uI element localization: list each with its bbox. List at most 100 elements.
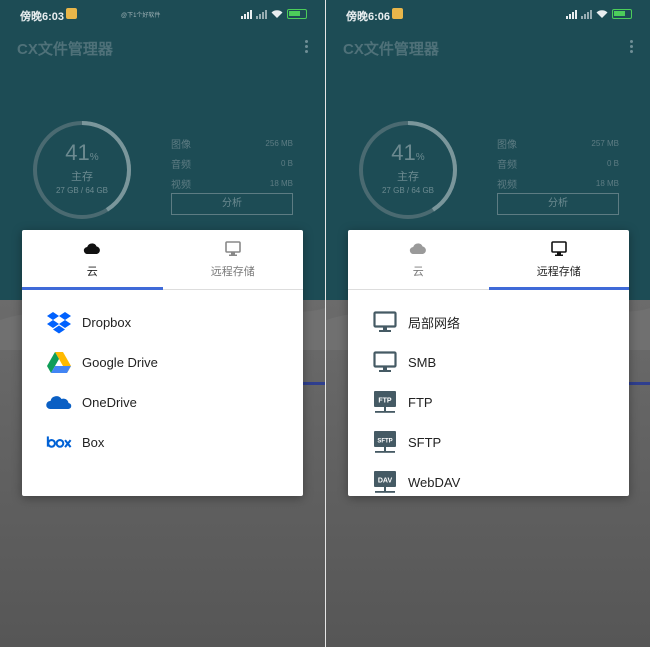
remote-protocol-list: 局部网络 SMB FTP FTP SFTP SFTP DAV WebDAV xyxy=(348,290,629,502)
stat-row-audio[interactable]: 音频 0 B xyxy=(171,153,293,173)
sftp-server-icon: SFTP xyxy=(372,429,398,455)
list-item-onedrive[interactable]: OneDrive xyxy=(22,382,303,422)
item-label: FTP xyxy=(408,394,433,410)
percent-sign: % xyxy=(415,152,425,163)
item-label: SFTP xyxy=(408,434,442,450)
server-badge: DAV xyxy=(378,478,393,485)
item-label: Dropbox xyxy=(82,314,132,330)
analyze-button[interactable]: 分析 xyxy=(171,193,293,215)
notification-icon xyxy=(66,8,77,19)
tab-label: 远程存储 xyxy=(210,266,255,278)
status-time: 傍晚6:03 xyxy=(20,11,65,23)
storage-percent: 41 xyxy=(391,140,416,165)
item-label: Box xyxy=(82,434,105,450)
dialog-tabs: 云 远程存储 xyxy=(348,230,629,290)
cloud-provider-list: Dropbox Google Drive OneDrive Box xyxy=(22,290,303,462)
status-icons xyxy=(566,9,632,19)
stat-row-video[interactable]: 视频 18 MB xyxy=(497,173,619,193)
storage-label: 主存 xyxy=(71,171,93,183)
status-time: 傍晚6:06 xyxy=(346,11,391,23)
server-badge: SFTP xyxy=(377,439,392,445)
onedrive-icon xyxy=(46,389,72,415)
stat-value: 0 B xyxy=(606,158,619,168)
tab-cloud[interactable]: 云 xyxy=(22,230,163,289)
wifi-icon xyxy=(596,9,608,18)
signal-icon xyxy=(256,9,267,19)
list-item-sftp[interactable]: SFTP SFTP xyxy=(348,422,629,462)
google-drive-icon xyxy=(46,349,72,375)
stat-label: 音频 xyxy=(171,159,191,171)
add-storage-dialog: 云 远程存储 局部网络 SMB FTP FTP SFTP SFTP DAV We… xyxy=(348,230,629,496)
status-bar: 傍晚6:06 xyxy=(326,0,650,30)
tab-remote-storage[interactable]: 远程存储 xyxy=(163,230,304,289)
stat-label: 图像 xyxy=(171,139,191,151)
dialog-tabs: 云 远程存储 xyxy=(22,230,303,290)
list-item-box[interactable]: Box xyxy=(22,422,303,462)
wifi-icon xyxy=(271,9,283,18)
list-item-google-drive[interactable]: Google Drive xyxy=(22,342,303,382)
item-label: WebDAV xyxy=(408,474,461,490)
storage-size: 27 GB / 64 GB xyxy=(381,186,435,195)
stat-row-audio[interactable]: 音频 0 B xyxy=(497,153,619,173)
cloud-icon xyxy=(84,243,101,255)
signal-icon xyxy=(566,9,577,19)
tab-label: 云 xyxy=(86,266,98,278)
list-item-dropbox[interactable]: Dropbox xyxy=(22,302,303,342)
stat-label: 视频 xyxy=(497,179,517,191)
tab-cloud[interactable]: 云 xyxy=(348,230,489,289)
signal-icon xyxy=(581,9,592,19)
stat-value: 256 MB xyxy=(265,138,293,148)
media-stats: 图像 256 MB 音频 0 B 视频 18 MB xyxy=(171,133,293,193)
storage-label: 主存 xyxy=(397,171,419,183)
monitor-icon xyxy=(372,349,398,375)
item-label: OneDrive xyxy=(82,394,137,410)
ftp-server-icon: FTP xyxy=(372,389,398,415)
percent-sign: % xyxy=(89,152,99,163)
tab-label: 远程存储 xyxy=(536,266,581,278)
notification-icon xyxy=(392,8,403,19)
overflow-menu-icon[interactable] xyxy=(630,40,634,55)
stat-value: 18 MB xyxy=(269,178,293,188)
stat-label: 图像 xyxy=(497,139,517,151)
storage-percent: 41 xyxy=(65,140,90,165)
list-item-ftp[interactable]: FTP FTP xyxy=(348,382,629,422)
screen-remote-storage: 傍晚6:06 CX文件管理器 41% 主存 27 GB / 64 GB 图像 25… xyxy=(325,0,650,647)
monitor-icon xyxy=(372,309,398,335)
watermark: @下1个好软件 xyxy=(121,13,161,19)
webdav-server-icon: DAV xyxy=(372,469,398,495)
stat-row-images[interactable]: 图像 256 MB xyxy=(171,133,293,153)
list-item-smb[interactable]: SMB xyxy=(348,342,629,382)
stat-value: 257 MB xyxy=(591,138,619,148)
item-label: SMB xyxy=(408,354,437,370)
list-item-webdav[interactable]: DAV WebDAV xyxy=(348,462,629,502)
box-icon xyxy=(46,429,72,455)
monitor-icon xyxy=(550,241,567,256)
battery-icon xyxy=(287,9,307,19)
app-title: CX文件管理器 xyxy=(343,41,439,58)
storage-summary: 41% 主存 27 GB / 64 GB xyxy=(358,140,458,195)
stat-label: 音频 xyxy=(497,159,517,171)
tab-label: 云 xyxy=(412,266,424,278)
analyze-button[interactable]: 分析 xyxy=(497,193,619,215)
storage-summary: 41% 主存 27 GB / 64 GB xyxy=(32,140,132,195)
status-bar: 傍晚6:03 @下1个好软件 xyxy=(0,0,325,30)
tab-underline-fragment xyxy=(303,382,325,385)
server-badge: FTP xyxy=(378,398,392,405)
app-title: CX文件管理器 xyxy=(17,41,113,58)
battery-icon xyxy=(612,9,632,19)
item-label: Google Drive xyxy=(82,354,158,370)
overflow-menu-icon[interactable] xyxy=(305,40,309,55)
stat-row-images[interactable]: 图像 257 MB xyxy=(497,133,619,153)
cloud-icon xyxy=(410,243,427,255)
storage-size: 27 GB / 64 GB xyxy=(55,186,109,195)
tab-remote-storage[interactable]: 远程存储 xyxy=(489,230,630,289)
list-item-local-network[interactable]: 局部网络 xyxy=(348,302,629,342)
active-tab-indicator xyxy=(488,287,629,290)
media-stats: 图像 257 MB 音频 0 B 视频 18 MB xyxy=(497,133,619,193)
item-label: 局部网络 xyxy=(408,315,461,331)
add-storage-dialog: 云 远程存储 Dropbox Google Drive OneDrive Box xyxy=(22,230,303,496)
status-icons xyxy=(241,9,307,19)
tab-underline-fragment xyxy=(629,382,650,385)
signal-icon xyxy=(241,9,252,19)
stat-row-video[interactable]: 视频 18 MB xyxy=(171,173,293,193)
